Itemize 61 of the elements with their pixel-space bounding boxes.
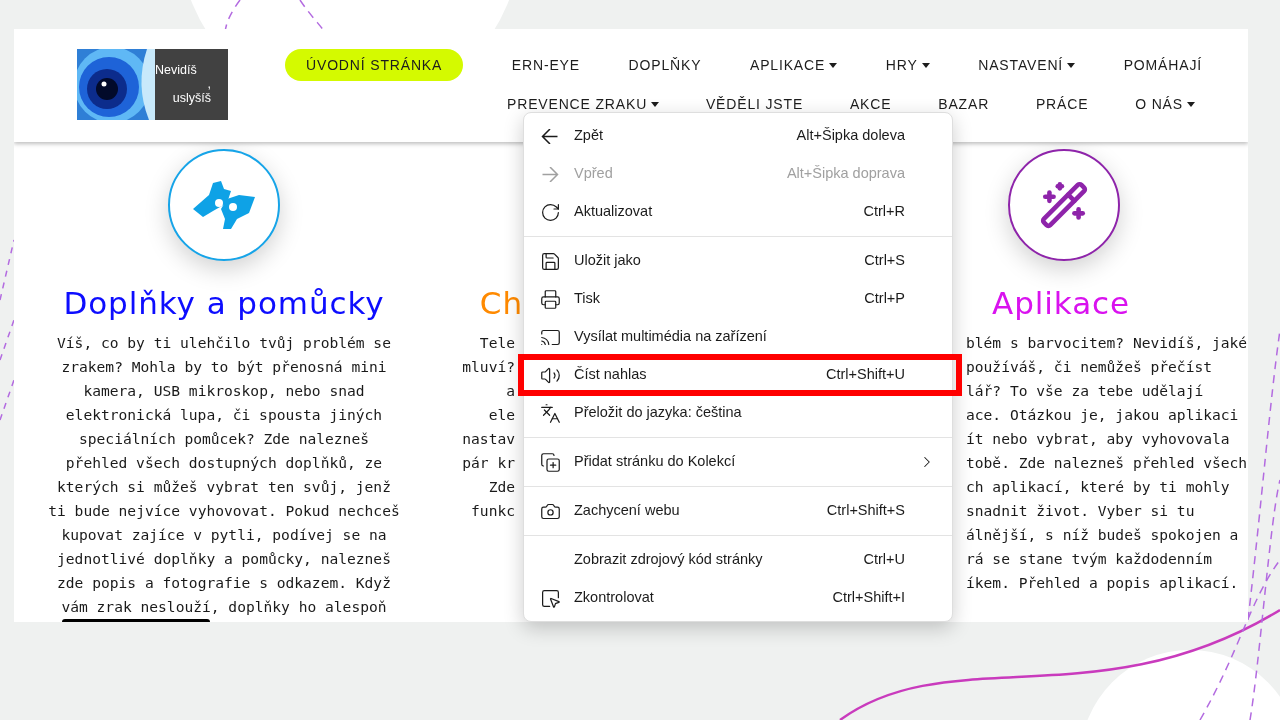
inspect-icon <box>540 587 561 609</box>
menu-item-label: Uložit jako <box>574 251 642 271</box>
menu-item[interactable]: Zachycení webu Ctrl+Shift+S <box>524 492 952 530</box>
menu-item[interactable]: Číst nahlas Ctrl+Shift+U <box>524 356 952 394</box>
shortcut-text: Alt+Šipka doprava <box>786 164 905 184</box>
section-title: Doplňky a pomůcky <box>63 284 385 323</box>
shortcut-text: Ctrl+Shift+I <box>832 588 905 608</box>
logo-text: uslyšíš <box>172 91 211 105</box>
menu-item[interactable]: Zkontrolovat Ctrl+Shift+I <box>524 579 952 617</box>
menu-item-label: Tisk <box>574 289 602 309</box>
section-title: Ch <box>479 284 523 323</box>
menu-item-label: Číst nahlas <box>574 365 648 385</box>
logo-text: Nevidíš <box>155 63 197 77</box>
nav-link[interactable]: ÚVODNÍ STRÁNKA <box>285 49 464 81</box>
nav-link[interactable]: POMÁHAJÍ <box>1123 49 1202 81</box>
translate-icon <box>540 402 561 424</box>
menu-item[interactable]: Zobrazit zdrojový kód stránky Ctrl+U <box>524 541 952 579</box>
printer-icon <box>540 288 561 310</box>
shortcut-text: Ctrl+S <box>864 251 905 271</box>
magic-wand-icon <box>1039 180 1089 230</box>
nav-link[interactable]: ERN-EYE <box>511 49 580 81</box>
shortcut-text: Ctrl+Shift+S <box>826 501 905 521</box>
menu-item[interactable]: Uložit jako Ctrl+S <box>524 242 952 280</box>
section-title: Aplikace <box>992 284 1132 323</box>
menu-item-label: Zachycení webu <box>574 501 681 521</box>
menu-item-label: Vysílat multimédia na zařízení <box>574 327 768 347</box>
section-text: Víš, co by ti ulehčilo tvůj problém se zrakem? Mohla by to být přenosná mini kamera, USB mikroskop, nebo snad elektronická lupa, či spousta jiných speciálních pomůcek? Zde nalezneš přehled všech dostupných doplňků, ze kterých si můžeš vybrat ten svůj, jenž ti bude nejvíce vyhovovat. Pokud nechceš kupovat zajíce v pytli, podívej se na jednotlivé doplňky a pomůcky, nalezneš zde popis a fotografie s odkazem. Když vám zrak neslouží, doplňky ho alespoň <box>48 333 400 617</box>
nav-link[interactable]: DOPLŇKY <box>628 49 702 81</box>
menu-item[interactable]: Tisk Ctrl+P <box>524 280 952 318</box>
menu-item-label: Aktualizovat <box>574 202 654 222</box>
menu-item[interactable]: Vysílat multimédia na zařízení <box>524 318 952 356</box>
menu-item[interactable]: Přidat stránku do Kolekcí <box>524 443 952 481</box>
forward-icon <box>540 166 560 182</box>
save-icon <box>540 250 561 272</box>
menu-item-label: Zpět <box>574 126 604 146</box>
nav-link[interactable]: PREVENCE ZRAKU <box>507 88 660 120</box>
shortcut-text: Ctrl+U <box>863 550 905 570</box>
nav-link[interactable]: NASTAVENÍ <box>978 49 1076 81</box>
shortcut-text: Ctrl+P <box>864 289 905 309</box>
menu-item[interactable]: Zpět Alt+Šipka doleva <box>524 117 952 155</box>
back-icon <box>540 128 560 144</box>
section-text: Tele mluví? a ele nastav pár kr Zde funkc <box>462 333 515 521</box>
menu-item-label: Přeložit do jazyka: čeština <box>574 403 743 423</box>
menu-item-label: Vpřed <box>574 164 614 184</box>
refresh-icon <box>540 201 561 223</box>
shortcut-text: Ctrl+R <box>863 202 905 222</box>
shortcut-text: Alt+Šipka doleva <box>796 126 905 146</box>
menu-item-label: Zkontrolovat <box>574 588 655 608</box>
menu-item[interactable]: Aktualizovat Ctrl+R <box>524 193 952 231</box>
menu-item[interactable]: Přeložit do jazyka: čeština <box>524 394 952 432</box>
nav-link[interactable]: APLIKACE <box>750 49 838 81</box>
logo-text: , <box>207 77 211 91</box>
nav-link[interactable]: PRÁCE <box>1035 88 1089 120</box>
menu-item-label: Přidat stránku do Kolekcí <box>574 452 737 472</box>
section-text: blém s barvocitem? Nevidíš, jaké používáš, či nemůžeš přečíst lář? To vše za tebe udělají ace. Otázkou je, jakou aplikaci ít nebo vybrat, aby vyhovovala tobě. Zde nalezneš přehled všech ch aplikací, které by ti mohly snadnit život. Vyber si tu álnější, s níž budeš spokojen a rá se stane tvým každodenním íkem. Přehled a popis aplikací. <box>966 333 1248 593</box>
nav-link[interactable]: HRY <box>885 49 930 81</box>
add-collection-icon <box>540 451 561 473</box>
nav-link[interactable]: O NÁS <box>1135 88 1195 120</box>
menu-item-label: Zobrazit zdrojový kód stránky <box>574 550 764 570</box>
shortcut-text: Ctrl+Shift+U <box>826 365 905 385</box>
nav-link[interactable]: BAZAR <box>938 88 990 120</box>
